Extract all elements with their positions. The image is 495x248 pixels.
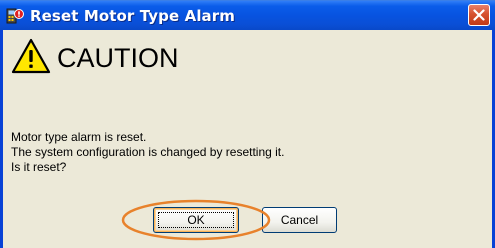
cancel-button[interactable]: Cancel [262,207,337,233]
cancel-button-label: Cancel [280,213,319,227]
message-line: The system configuration is changed by r… [11,145,285,159]
window-title: Reset Motor Type Alarm [30,7,236,25]
dialog-window: Reset Motor Type Alarm CAUTION Motor typ… [0,0,495,248]
ok-button-label: OK [187,213,205,227]
message-line: Motor type alarm is reset. [11,130,147,144]
message-text: Motor type alarm is reset. The system co… [11,130,284,175]
title-bar[interactable]: Reset Motor Type Alarm [0,0,495,30]
close-button[interactable] [468,4,490,26]
alarm-reset-icon [6,7,24,25]
caution-heading: CAUTION [57,43,179,73]
message-line: Is it reset? [11,160,67,174]
ok-button[interactable]: OK [153,207,239,233]
warning-triangle-icon [11,38,51,74]
